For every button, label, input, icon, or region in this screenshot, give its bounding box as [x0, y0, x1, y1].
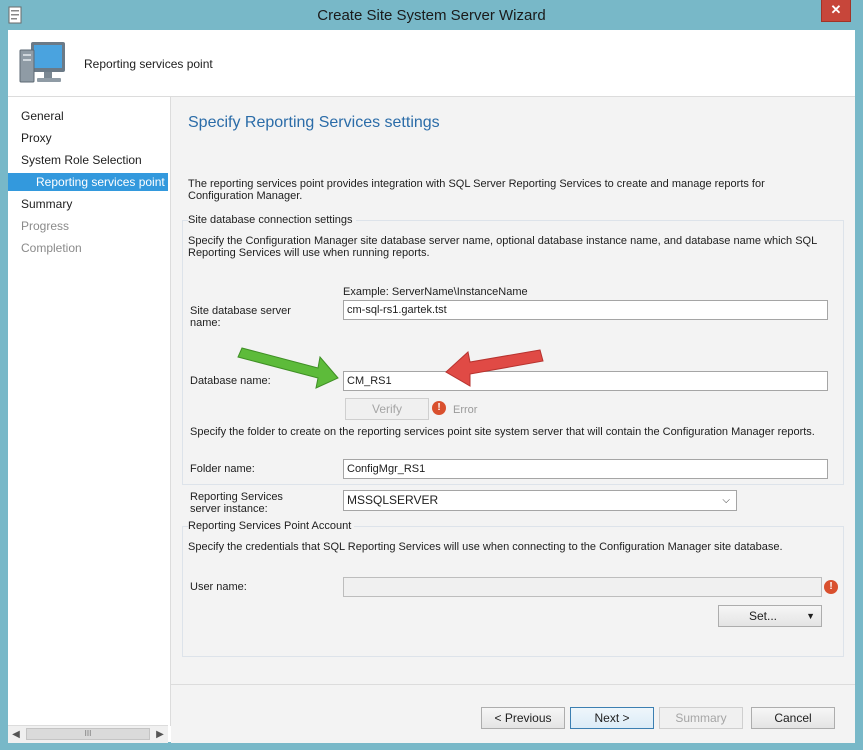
server-instance-label: Reporting Services server instance: [190, 491, 283, 515]
scroll-right-icon[interactable]: ▶ [152, 726, 168, 743]
database-name-label: Database name: [190, 375, 271, 387]
server-name-input[interactable]: cm-sql-rs1.gartek.tst [343, 300, 828, 320]
account-group-label: Reporting Services Point Account [188, 520, 355, 532]
nav-item-proxy[interactable]: Proxy [8, 129, 168, 147]
header-title: Reporting services point [84, 57, 213, 71]
database-name-input[interactable]: CM_RS1 [343, 371, 828, 391]
user-name-error-icon: ! [824, 580, 838, 594]
summary-button: Summary [659, 707, 743, 729]
set-button[interactable]: Set... ▼ [718, 605, 822, 627]
nav-item-reporting-services-point[interactable]: Reporting services point [8, 173, 168, 191]
db-connection-group-label: Site database connection settings [188, 214, 356, 226]
account-description: Specify the credentials that SQL Reporti… [188, 541, 783, 553]
db-connection-description: Specify the Configuration Manager site d… [188, 235, 817, 259]
scrollbar-thumb[interactable]: III [26, 728, 150, 740]
wizard-nav: General Proxy System Role Selection Repo… [8, 97, 171, 743]
db-connection-group [182, 220, 844, 485]
computer-icon [19, 42, 65, 83]
wizard-client-area: Reporting services point General Proxy S… [8, 30, 855, 743]
main-panel: Specify Reporting Services settings The … [171, 97, 855, 684]
server-name-label: Site database server name: [190, 305, 291, 329]
page-heading: Specify Reporting Services settings [188, 114, 440, 131]
server-instance-value: MSSQLSERVER [347, 493, 439, 507]
cancel-button[interactable]: Cancel [751, 707, 835, 729]
error-icon: ! [432, 401, 446, 415]
wizard-window: Create Site System Server Wizard ✕ Repor… [0, 0, 863, 750]
close-icon: ✕ [830, 2, 842, 17]
chevron-down-icon: ⌵ [722, 495, 730, 506]
wizard-footer: < Previous Next > Summary Cancel [171, 684, 855, 743]
wizard-header: Reporting services point [8, 30, 855, 97]
folder-name-label: Folder name: [190, 463, 255, 475]
user-name-input[interactable] [343, 577, 822, 597]
close-button[interactable]: ✕ [821, 0, 851, 22]
intro-text: The reporting services point provides in… [188, 178, 765, 202]
set-button-label: Set... [749, 609, 778, 623]
nav-item-system-role-selection[interactable]: System Role Selection [8, 151, 168, 169]
nav-item-general[interactable]: General [8, 107, 168, 125]
scroll-left-icon[interactable]: ◀ [8, 726, 24, 743]
nav-item-progress: Progress [21, 219, 70, 233]
server-example-text: Example: ServerName\InstanceName [343, 286, 528, 298]
next-button[interactable]: Next > [570, 707, 654, 729]
user-name-label: User name: [190, 581, 247, 593]
title-bar[interactable]: Create Site System Server Wizard ✕ [0, 0, 863, 30]
server-instance-select[interactable]: MSSQLSERVER ⌵ [343, 490, 737, 511]
window-title: Create Site System Server Wizard [317, 7, 546, 24]
previous-button[interactable]: < Previous [481, 707, 565, 729]
verify-button[interactable]: Verify [345, 398, 429, 420]
verify-error-text: Error [453, 404, 478, 416]
folder-name-input[interactable]: ConfigMgr_RS1 [343, 459, 828, 479]
nav-item-summary[interactable]: Summary [8, 195, 168, 213]
nav-horizontal-scrollbar[interactable]: ◀ III ▶ [8, 725, 168, 743]
nav-item-completion: Completion [21, 241, 82, 255]
set-dropdown-icon: ▼ [806, 611, 815, 621]
folder-description: Specify the folder to create on the repo… [190, 426, 815, 438]
